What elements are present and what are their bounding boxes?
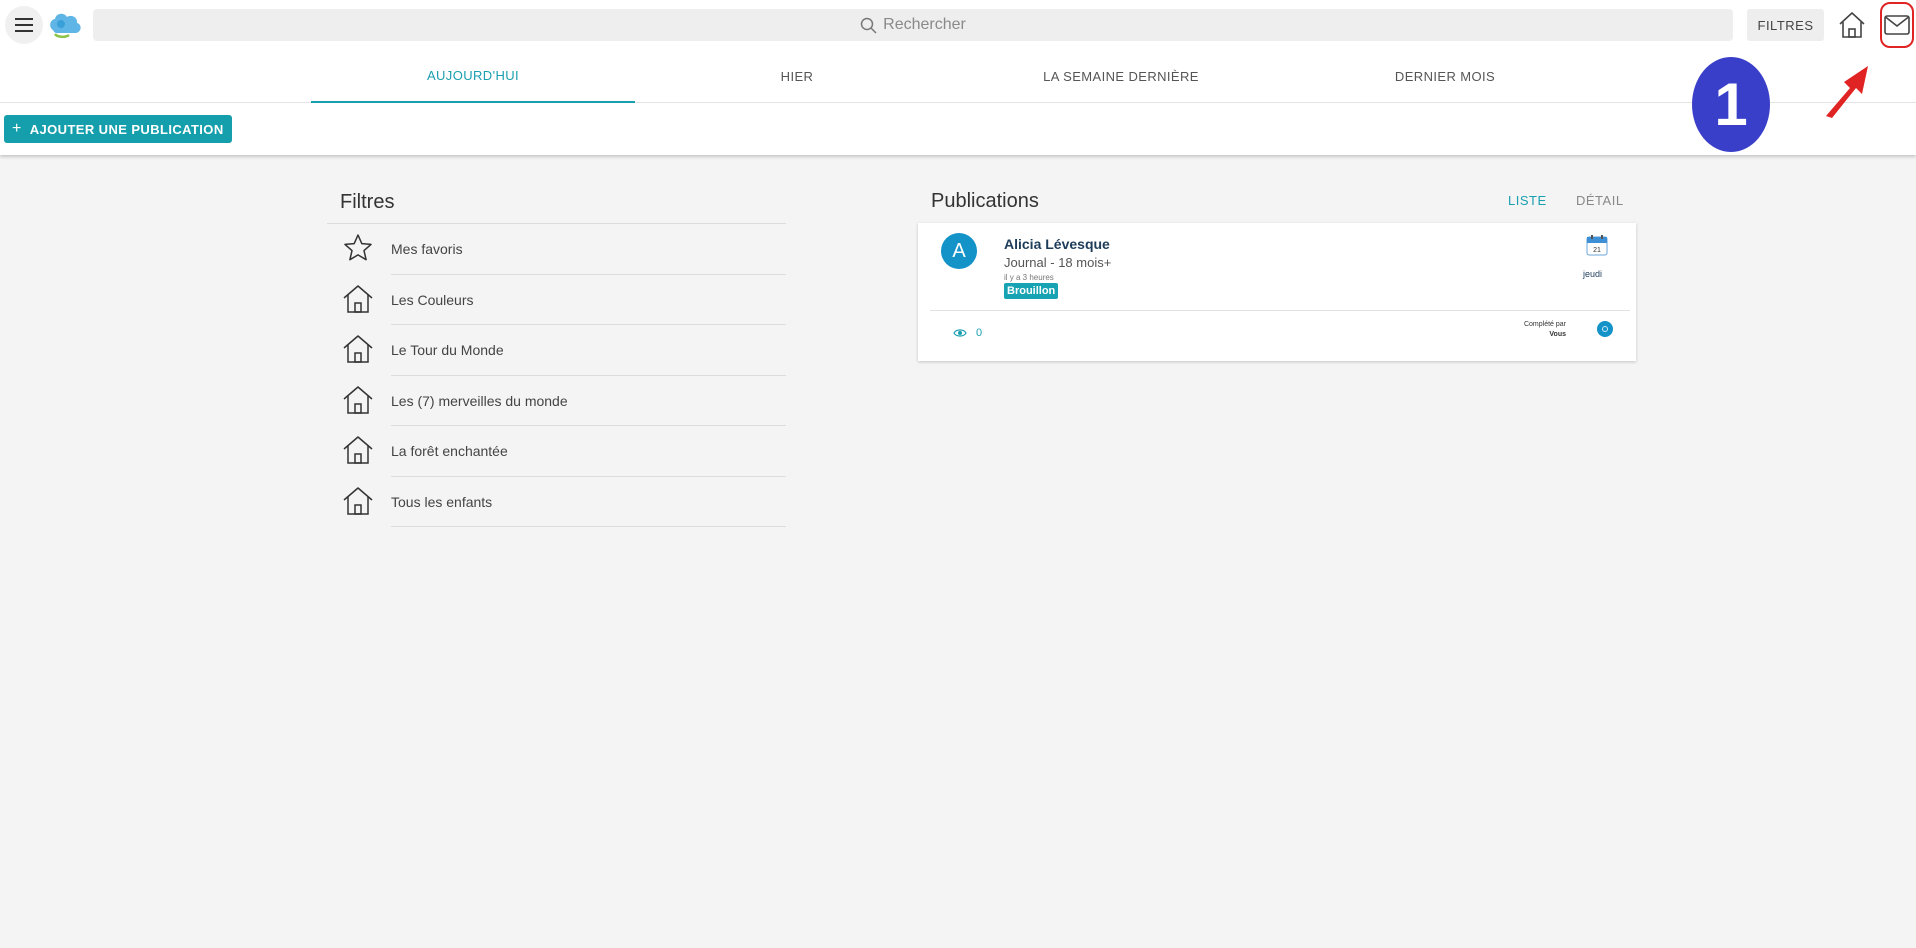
home-button[interactable] — [1834, 8, 1870, 42]
add-publication-label: AJOUTER UNE PUBLICATION — [29, 121, 224, 137]
star-icon — [344, 234, 372, 261]
view-detail-toggle[interactable]: DÉTAIL — [1576, 193, 1624, 208]
calendar-icon: 21 — [1586, 235, 1608, 256]
filter-item-group[interactable]: La forêt enchantée — [327, 426, 786, 477]
journal-name: Journal - 18 mois+ — [1004, 255, 1112, 270]
publication-time: il y a 3 heures — [1004, 273, 1054, 282]
status-badge: Brouillon — [1004, 283, 1059, 299]
tab-last-month[interactable]: DERNIER MOIS — [1283, 50, 1607, 103]
filter-label: Le Tour du Monde — [391, 325, 786, 376]
view-count: 0 — [976, 327, 983, 339]
step-badge: 1 — [1692, 57, 1770, 152]
date-tabs: AUJOURD'HUI HIER LA SEMAINE DERNIÈRE DER… — [0, 50, 1916, 103]
mail-icon — [1884, 15, 1910, 35]
home-icon — [343, 385, 373, 414]
completer-avatar — [1597, 321, 1613, 337]
search-placeholder: Rechercher — [883, 16, 966, 33]
filter-label: Les Couleurs — [391, 275, 786, 325]
filters-button[interactable]: FILTRES — [1747, 9, 1824, 41]
menu-icon — [15, 18, 33, 32]
completed-by-name: Vous — [1549, 331, 1566, 338]
app-logo[interactable] — [47, 10, 83, 40]
home-icon — [343, 486, 373, 515]
top-bar: Rechercher FILTRES — [0, 0, 1916, 50]
filter-label: Tous les enfants — [391, 477, 786, 527]
filter-label: La forêt enchantée — [391, 426, 786, 477]
publication-card[interactable]: A Alicia Lévesque Journal - 18 mois+ il … — [918, 223, 1636, 361]
card-divider — [930, 310, 1630, 311]
home-icon — [343, 335, 373, 363]
day-label: jeudi — [1583, 269, 1603, 279]
filter-label: Mes favoris — [391, 224, 786, 275]
filter-item-group[interactable]: Tous les enfants — [327, 477, 786, 527]
tab-yesterday[interactable]: HIER — [635, 50, 959, 103]
author-name[interactable]: Alicia Lévesque — [1004, 236, 1110, 252]
tab-last-week[interactable]: LA SEMAINE DERNIÈRE — [959, 50, 1283, 103]
publications-title: Publications — [931, 190, 1039, 212]
filters-panel: Filtres Mes favoris Les Couleurs Le Tour… — [327, 190, 786, 527]
menu-button[interactable] — [5, 6, 43, 44]
filter-item-group[interactable]: Les (7) merveilles du monde — [327, 376, 786, 426]
search-icon — [860, 17, 877, 34]
filters-title: Filtres — [327, 190, 786, 224]
view-list-toggle[interactable]: LISTE — [1508, 193, 1547, 208]
annotation-arrow-icon — [1826, 66, 1868, 118]
completed-by: Complété par Vous — [1506, 320, 1566, 340]
filter-label: Les (7) merveilles du monde — [391, 376, 786, 426]
eye-icon — [953, 329, 967, 337]
search-input[interactable]: Rechercher — [93, 9, 1733, 41]
filter-item-group[interactable]: Le Tour du Monde — [327, 325, 786, 376]
action-bar: + AJOUTER UNE PUBLICATION — [0, 103, 1916, 155]
plus-icon: + — [12, 120, 22, 137]
completed-label: Complété par — [1523, 321, 1566, 328]
tab-today[interactable]: AUJOURD'HUI — [311, 50, 635, 103]
home-icon — [343, 436, 373, 464]
avatar[interactable]: A — [941, 233, 977, 269]
calendar-day-number: 21 — [1593, 247, 1601, 254]
mail-button[interactable] — [1880, 2, 1914, 48]
filter-item-group[interactable]: Les Couleurs — [327, 275, 786, 325]
home-icon — [1839, 12, 1865, 38]
home-icon — [343, 284, 373, 313]
filter-item-favorites[interactable]: Mes favoris — [327, 224, 786, 275]
add-publication-button[interactable]: + AJOUTER UNE PUBLICATION — [4, 115, 232, 143]
